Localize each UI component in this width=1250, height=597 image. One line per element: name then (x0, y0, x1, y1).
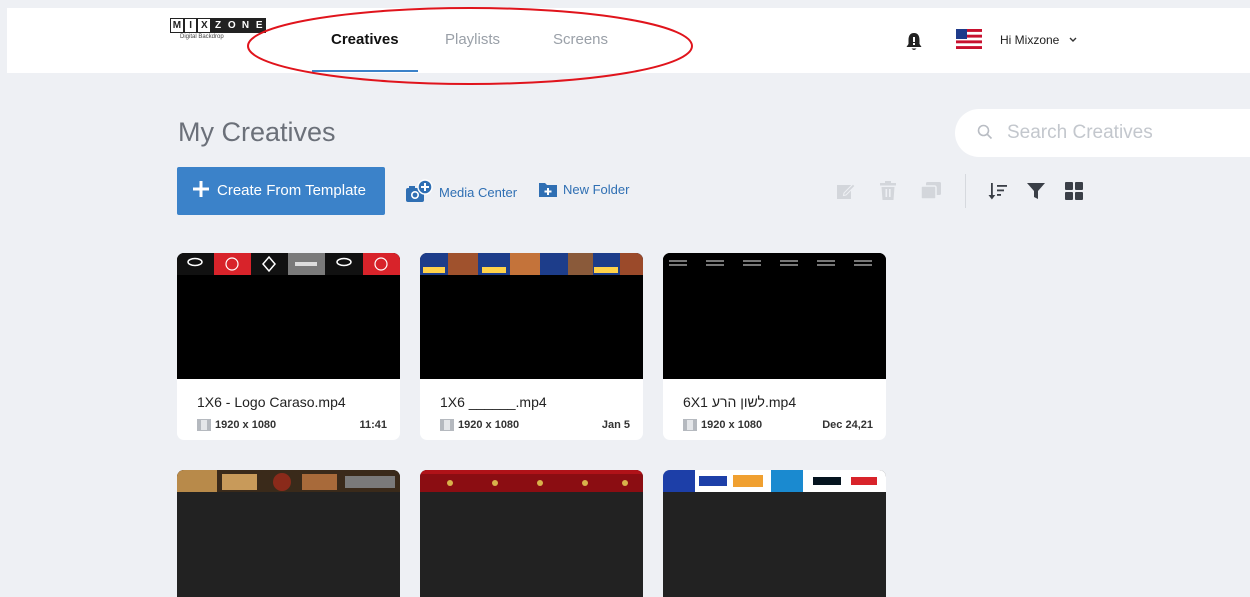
page-title: My Creatives (178, 117, 336, 147)
filter-icon[interactable] (1025, 180, 1047, 202)
red-annotation-ellipse (247, 7, 693, 85)
media-center-icon (406, 179, 433, 202)
logo-letter: X (197, 18, 212, 33)
search-creatives-input[interactable]: Search Creatives (955, 109, 1250, 157)
creative-thumbnail[interactable] (663, 253, 886, 379)
text-strip-thumbnail (663, 253, 886, 275)
edit-icon[interactable] (835, 180, 857, 202)
creative-resolution: 1920 x 1080 (215, 419, 277, 431)
red-strip-thumbnail (420, 470, 643, 492)
creative-date: Jan 5 (601, 419, 630, 431)
plus-icon (193, 181, 209, 197)
creative-meta: 1920 x 1080 Jan 5 (440, 419, 630, 433)
creative-card[interactable]: 6X1 לשון הרע.mp4 1920 x 1080 Dec 24,21 (663, 253, 886, 440)
bell-icon[interactable] (905, 32, 923, 52)
create-from-template-label: Create From Template (217, 182, 366, 199)
creative-meta: 1920 x 1080 11:41 (197, 419, 387, 433)
creative-name: 6X1 לשון הרע.mp4 (683, 394, 797, 410)
create-from-template-button[interactable]: Create From Template (177, 167, 385, 215)
sort-icon[interactable] (987, 180, 1009, 202)
film-icon (197, 419, 211, 431)
creative-name: 1X6 - Logo Caraso.mp4 (197, 394, 346, 410)
new-folder-label: New Folder (563, 181, 630, 197)
creative-resolution: 1920 x 1080 (701, 419, 763, 431)
toolbar-divider (965, 174, 966, 208)
logo-strip-thumbnail (177, 253, 400, 275)
media-center-button[interactable]: Media Center (405, 178, 517, 206)
logo-letter: Z (211, 18, 225, 33)
creative-card[interactable] (177, 470, 400, 597)
creative-date: 11:41 (359, 419, 387, 431)
copy-icon[interactable] (920, 180, 942, 202)
creative-meta: 1920 x 1080 Dec 24,21 (683, 419, 873, 433)
brand-logos-strip-thumbnail (663, 470, 886, 492)
grid-view-icon[interactable] (1063, 180, 1085, 202)
film-icon (440, 419, 454, 431)
food-promo-strip-thumbnail (420, 253, 643, 275)
new-folder-button[interactable]: New Folder (538, 180, 629, 198)
creative-resolution: 1920 x 1080 (458, 419, 520, 431)
user-greeting[interactable]: Hi Mixzone (1000, 33, 1059, 47)
food-strip-thumbnail (177, 470, 400, 492)
media-center-label: Media Center (439, 184, 518, 200)
creative-thumbnail[interactable] (420, 253, 643, 379)
creative-card[interactable]: 1X6 - Logo Caraso.mp4 1920 x 1080 11:41 (177, 253, 400, 440)
creative-card[interactable]: 1X6 ______.mp4 1920 x 1080 Jan 5 (420, 253, 643, 440)
logo-letter: I (183, 18, 198, 33)
creative-card[interactable] (420, 470, 643, 597)
logo-letter: M (170, 18, 184, 33)
new-folder-icon (539, 183, 557, 197)
us-flag-icon[interactable] (956, 29, 982, 49)
trash-icon[interactable] (877, 180, 899, 202)
search-icon (977, 124, 993, 140)
chevron-down-icon[interactable] (1068, 36, 1078, 44)
creative-date: Dec 24,21 (822, 419, 873, 431)
creative-name: 1X6 ______.mp4 (440, 394, 547, 410)
creative-card[interactable] (663, 470, 886, 597)
creative-thumbnail[interactable] (177, 253, 400, 379)
film-icon (683, 419, 697, 431)
logo-letter: O (224, 18, 239, 33)
search-placeholder: Search Creatives (1007, 122, 1153, 143)
